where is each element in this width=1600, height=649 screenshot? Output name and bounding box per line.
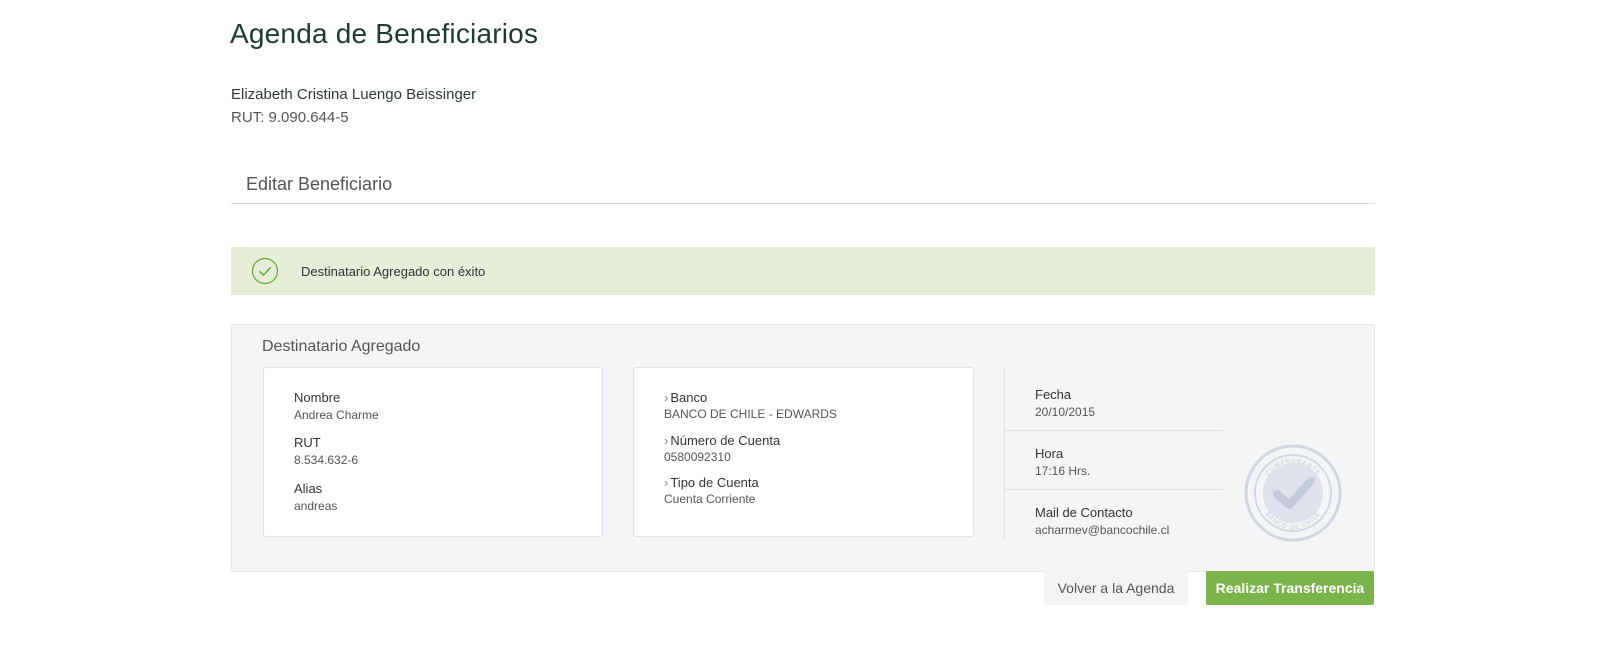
date-label: Fecha	[1035, 387, 1072, 402]
user-rut: RUT: 9.090.644-5	[231, 109, 349, 126]
name-label: Nombre	[294, 390, 341, 405]
mail-row: Mail de Contacto acharmev@bancochile.cl	[1005, 490, 1223, 539]
success-alert: Destinatario Agregado con éxito	[231, 247, 1375, 295]
panel-title: Destinatario Agregado	[262, 338, 421, 355]
account-card: › Banco BANCO DE CHILE - EDWARDS › Número …	[633, 367, 974, 537]
section-header: Editar Beneficiario	[231, 164, 1375, 204]
bank-label: Banco	[670, 390, 708, 405]
account-number-label: Número de Cuenta	[670, 433, 781, 448]
transaction-info: Fecha 20/10/2015 Hora 17:16 Hrs. Mail de…	[1004, 367, 1225, 539]
time-label: Hora	[1035, 446, 1064, 461]
time-value: 17:16 Hrs.	[1035, 464, 1091, 478]
chevron-right-icon: ›	[664, 390, 669, 405]
chevron-right-icon: ›	[664, 433, 669, 448]
mail-label: Mail de Contacto	[1035, 505, 1133, 520]
beneficiary-summary-panel: Destinatario Agregado Nombre Andrea Char…	[231, 324, 1375, 572]
section-title: Editar Beneficiario	[246, 174, 393, 194]
alert-message: Destinatario Agregado con éxito	[301, 264, 486, 279]
account-number-value: 0580092310	[664, 450, 731, 464]
back-to-agenda-button[interactable]: Volver a la Agenda	[1044, 571, 1188, 605]
date-value: 20/10/2015	[1035, 405, 1096, 419]
rut-value: 8.534.632-6	[294, 453, 359, 467]
comprobante-seal-icon: COMPROBANTE BANCO DE CHILE	[1244, 444, 1342, 542]
date-row: Fecha 20/10/2015	[1005, 367, 1223, 431]
alias-value: andreas	[294, 499, 338, 513]
alias-label: Alias	[294, 481, 323, 496]
page-title: Agenda de Beneficiarios	[230, 18, 539, 49]
user-name: Elizabeth Cristina Luengo Beissinger	[231, 86, 477, 103]
bank-value: BANCO DE CHILE - EDWARDS	[664, 407, 837, 421]
beneficiary-card: Nombre Andrea Charme RUT 8.534.632-6 Ali…	[263, 367, 603, 537]
rut-label: RUT	[294, 435, 321, 450]
check-circle-icon	[251, 257, 279, 285]
transfer-button[interactable]: Realizar Transferencia	[1206, 571, 1374, 605]
account-type-label: Tipo de Cuenta	[670, 475, 759, 490]
time-row: Hora 17:16 Hrs.	[1005, 431, 1223, 490]
chevron-right-icon: ›	[664, 475, 669, 490]
name-value: Andrea Charme	[294, 408, 379, 422]
account-type-value: Cuenta Corriente	[664, 492, 756, 506]
mail-value: acharmev@bancochile.cl	[1035, 523, 1170, 537]
